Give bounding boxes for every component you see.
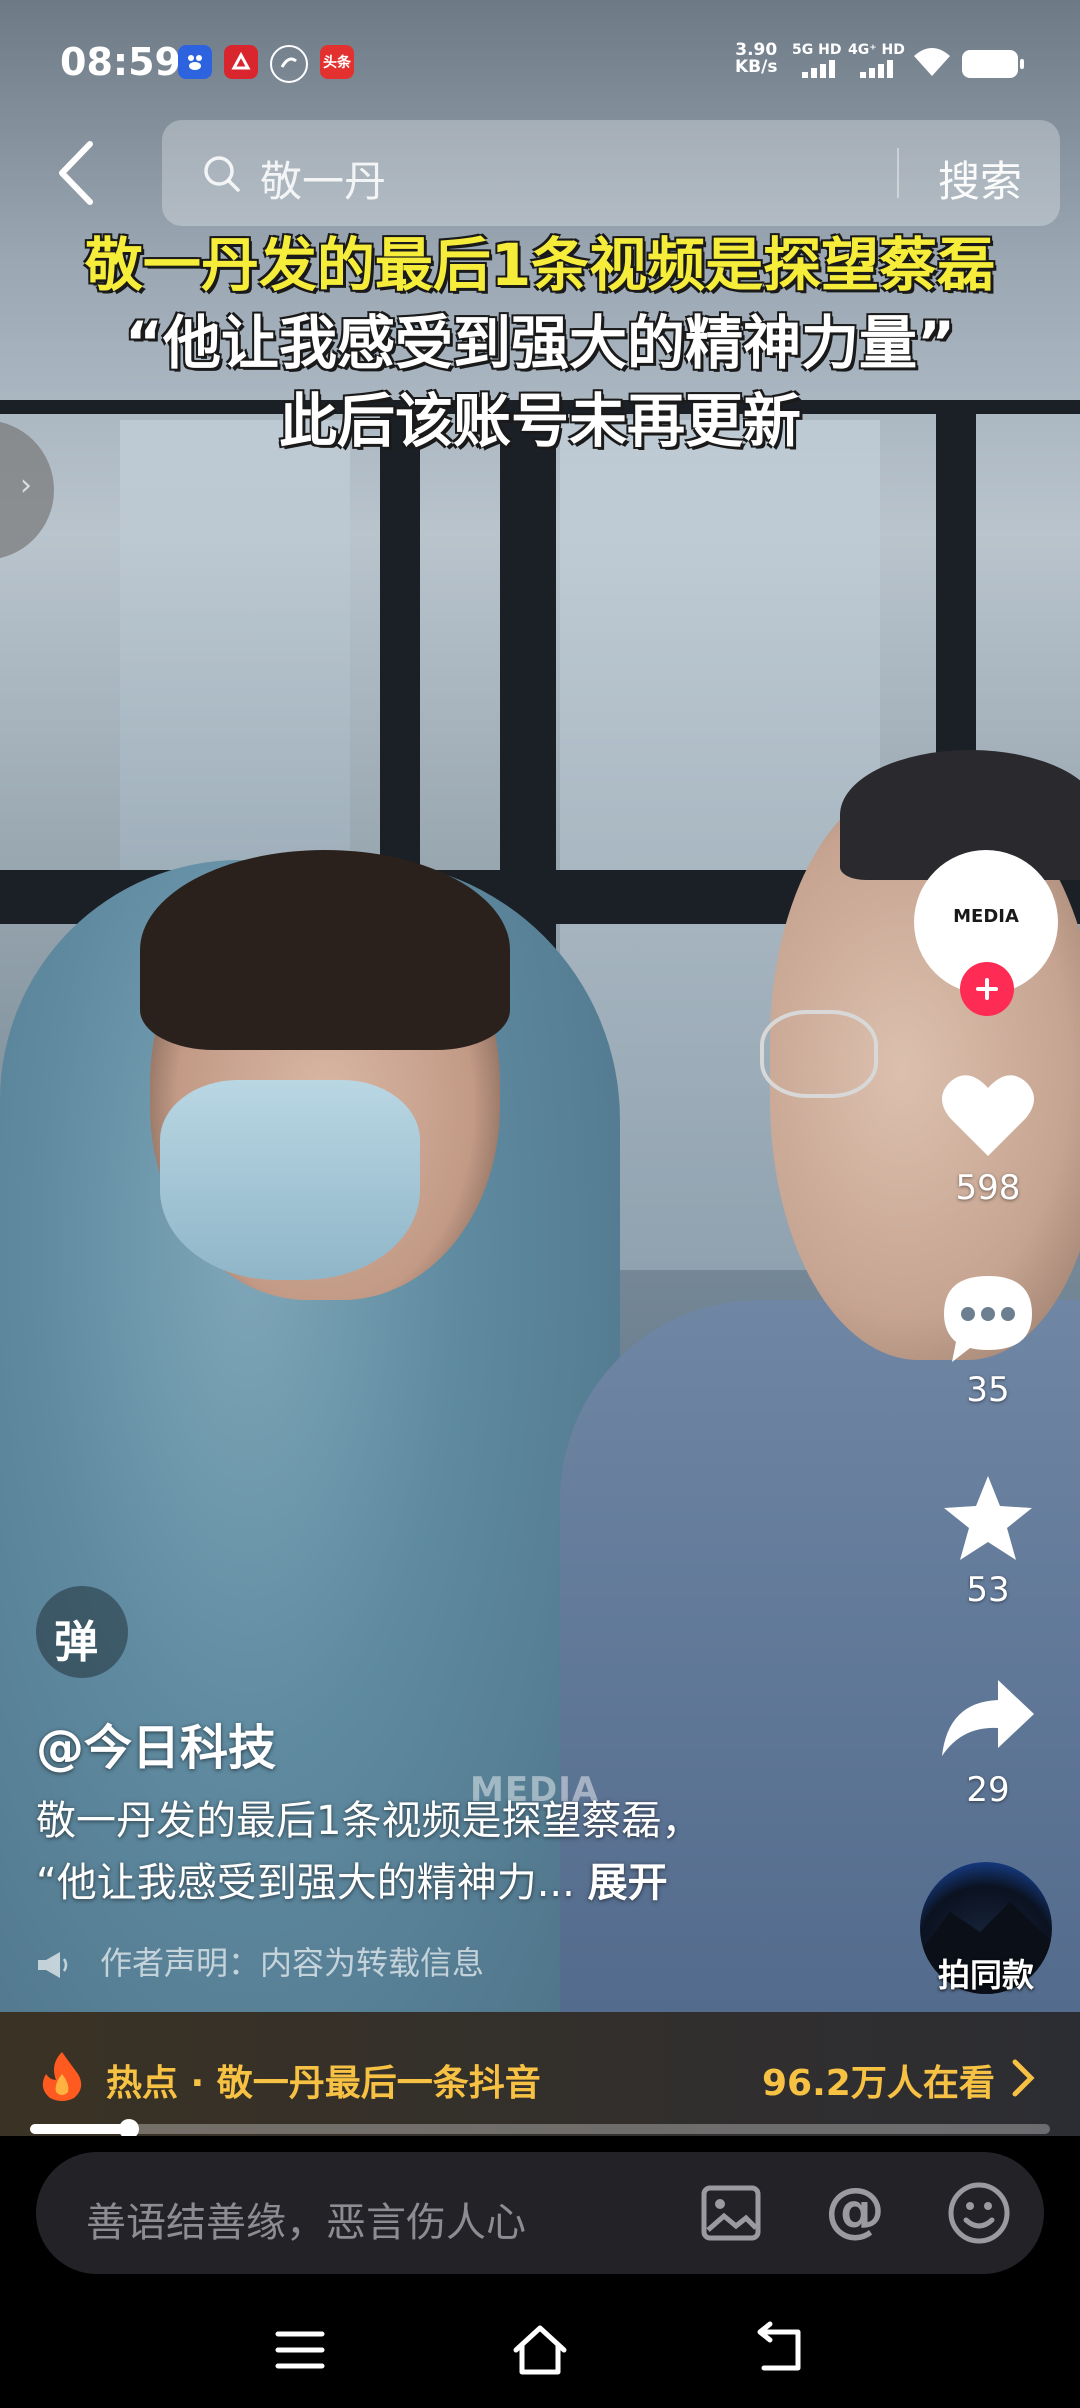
system-nav-bar bbox=[0, 2300, 1080, 2408]
hot-viewers-count: 96.2万人在看 bbox=[762, 2063, 995, 2104]
svg-text:@: @ bbox=[825, 2178, 885, 2245]
progress-fill bbox=[30, 2124, 129, 2134]
search-icon bbox=[204, 156, 240, 192]
glasses bbox=[760, 1010, 878, 1098]
avatar-logo: MEDIA bbox=[953, 906, 1019, 927]
danmu-toggle[interactable]: 弹 bbox=[36, 1586, 128, 1678]
description-line-2: “他让我感受到强大的精神力... bbox=[36, 1860, 575, 1906]
like-icon[interactable] bbox=[938, 1068, 1038, 1164]
net-speed: 3.90 KB/s bbox=[735, 42, 777, 76]
video-progress-bar[interactable] bbox=[30, 2119, 1050, 2139]
toutiao-icon: 头条 bbox=[320, 45, 354, 79]
description-line-1: 敬一丹发的最后1条视频是探望蔡磊， bbox=[36, 1798, 702, 1844]
comment-icon[interactable] bbox=[938, 1270, 1038, 1366]
danmu-label: 弹 bbox=[54, 1617, 98, 1668]
video-description[interactable]: 敬一丹发的最后1条视频是探望蔡磊， “他让我感受到强大的精神力... 展开 bbox=[36, 1790, 856, 1914]
back-icon[interactable] bbox=[52, 138, 100, 208]
wifi-icon bbox=[914, 48, 950, 76]
author-declaration: 作者声明：内容为转载信息 bbox=[36, 1938, 484, 1984]
search-bar[interactable]: 敬一丹 搜索 bbox=[162, 120, 1060, 226]
caption-line-3: 此后该账号未再更新 bbox=[278, 387, 801, 455]
background-building bbox=[120, 420, 350, 920]
battery-icon bbox=[962, 50, 1024, 78]
favorite-count: 53 bbox=[966, 1570, 1010, 1610]
same-style-button[interactable]: 拍同款 bbox=[900, 1950, 1072, 1996]
share-count: 29 bbox=[966, 1770, 1010, 1810]
status-bar: 08:59 头条 3.90 KB/s 5G HD 4G⁺ HD bbox=[0, 0, 1080, 120]
share-icon[interactable] bbox=[938, 1672, 1038, 1768]
net-speed-unit: KB/s bbox=[735, 57, 778, 77]
chevron-right-icon: › bbox=[20, 468, 32, 503]
menu-icon[interactable] bbox=[270, 2320, 330, 2380]
notification-icons: 头条 bbox=[178, 45, 354, 83]
sim2-signal-icon bbox=[860, 60, 893, 78]
sim1-label: 5G HD bbox=[792, 42, 842, 58]
home-icon[interactable] bbox=[510, 2320, 570, 2380]
comment-input[interactable]: 善语结善缘，恶言伤人心 @ bbox=[36, 2152, 1044, 2274]
megaphone-icon bbox=[38, 1952, 68, 1978]
chevron-right-icon bbox=[1012, 2059, 1035, 2097]
fire-icon bbox=[42, 2052, 82, 2101]
search-divider bbox=[897, 148, 899, 198]
hot-topic-text: 热点 · 敬一丹最后一条抖音 bbox=[106, 2063, 541, 2104]
sim1-signal-icon bbox=[802, 60, 835, 78]
favorite-star-icon[interactable] bbox=[938, 1472, 1038, 1568]
search-input[interactable]: 敬一丹 bbox=[260, 148, 386, 209]
emoji-icon[interactable] bbox=[944, 2178, 1014, 2248]
status-time: 08:59 bbox=[60, 40, 181, 84]
search-button[interactable]: 搜索 bbox=[938, 148, 1022, 209]
declaration-text: 作者声明：内容为转载信息 bbox=[100, 1944, 485, 1982]
app-swirl-icon bbox=[270, 45, 308, 83]
face-mask bbox=[160, 1080, 420, 1280]
expand-button[interactable]: 展开 bbox=[588, 1860, 668, 1906]
author-name[interactable]: @今日科技 bbox=[36, 1708, 276, 1778]
comment-placeholder: 善语结善缘，恶言伤人心 bbox=[86, 2200, 526, 2246]
image-icon[interactable] bbox=[696, 2178, 766, 2248]
follow-button[interactable] bbox=[960, 962, 1014, 1016]
like-count: 598 bbox=[955, 1168, 1021, 1208]
baidu-icon bbox=[178, 45, 212, 79]
hot-topic-bar[interactable]: 热点 · 敬一丹最后一条抖音 96.2万人在看 bbox=[0, 2012, 1080, 2136]
caption-line-1: 敬一丹发的最后1条视频是探望蔡磊 bbox=[84, 231, 996, 299]
woman-hair bbox=[140, 850, 510, 1050]
mention-at-icon[interactable]: @ bbox=[820, 2178, 890, 2248]
caption-line-2: “他让我感受到强大的精神力量” bbox=[124, 309, 956, 377]
comment-count: 35 bbox=[966, 1370, 1010, 1410]
sim2-label: 4G⁺ HD bbox=[848, 42, 905, 58]
app-red-icon bbox=[224, 45, 258, 79]
back-nav-icon[interactable] bbox=[750, 2320, 810, 2380]
